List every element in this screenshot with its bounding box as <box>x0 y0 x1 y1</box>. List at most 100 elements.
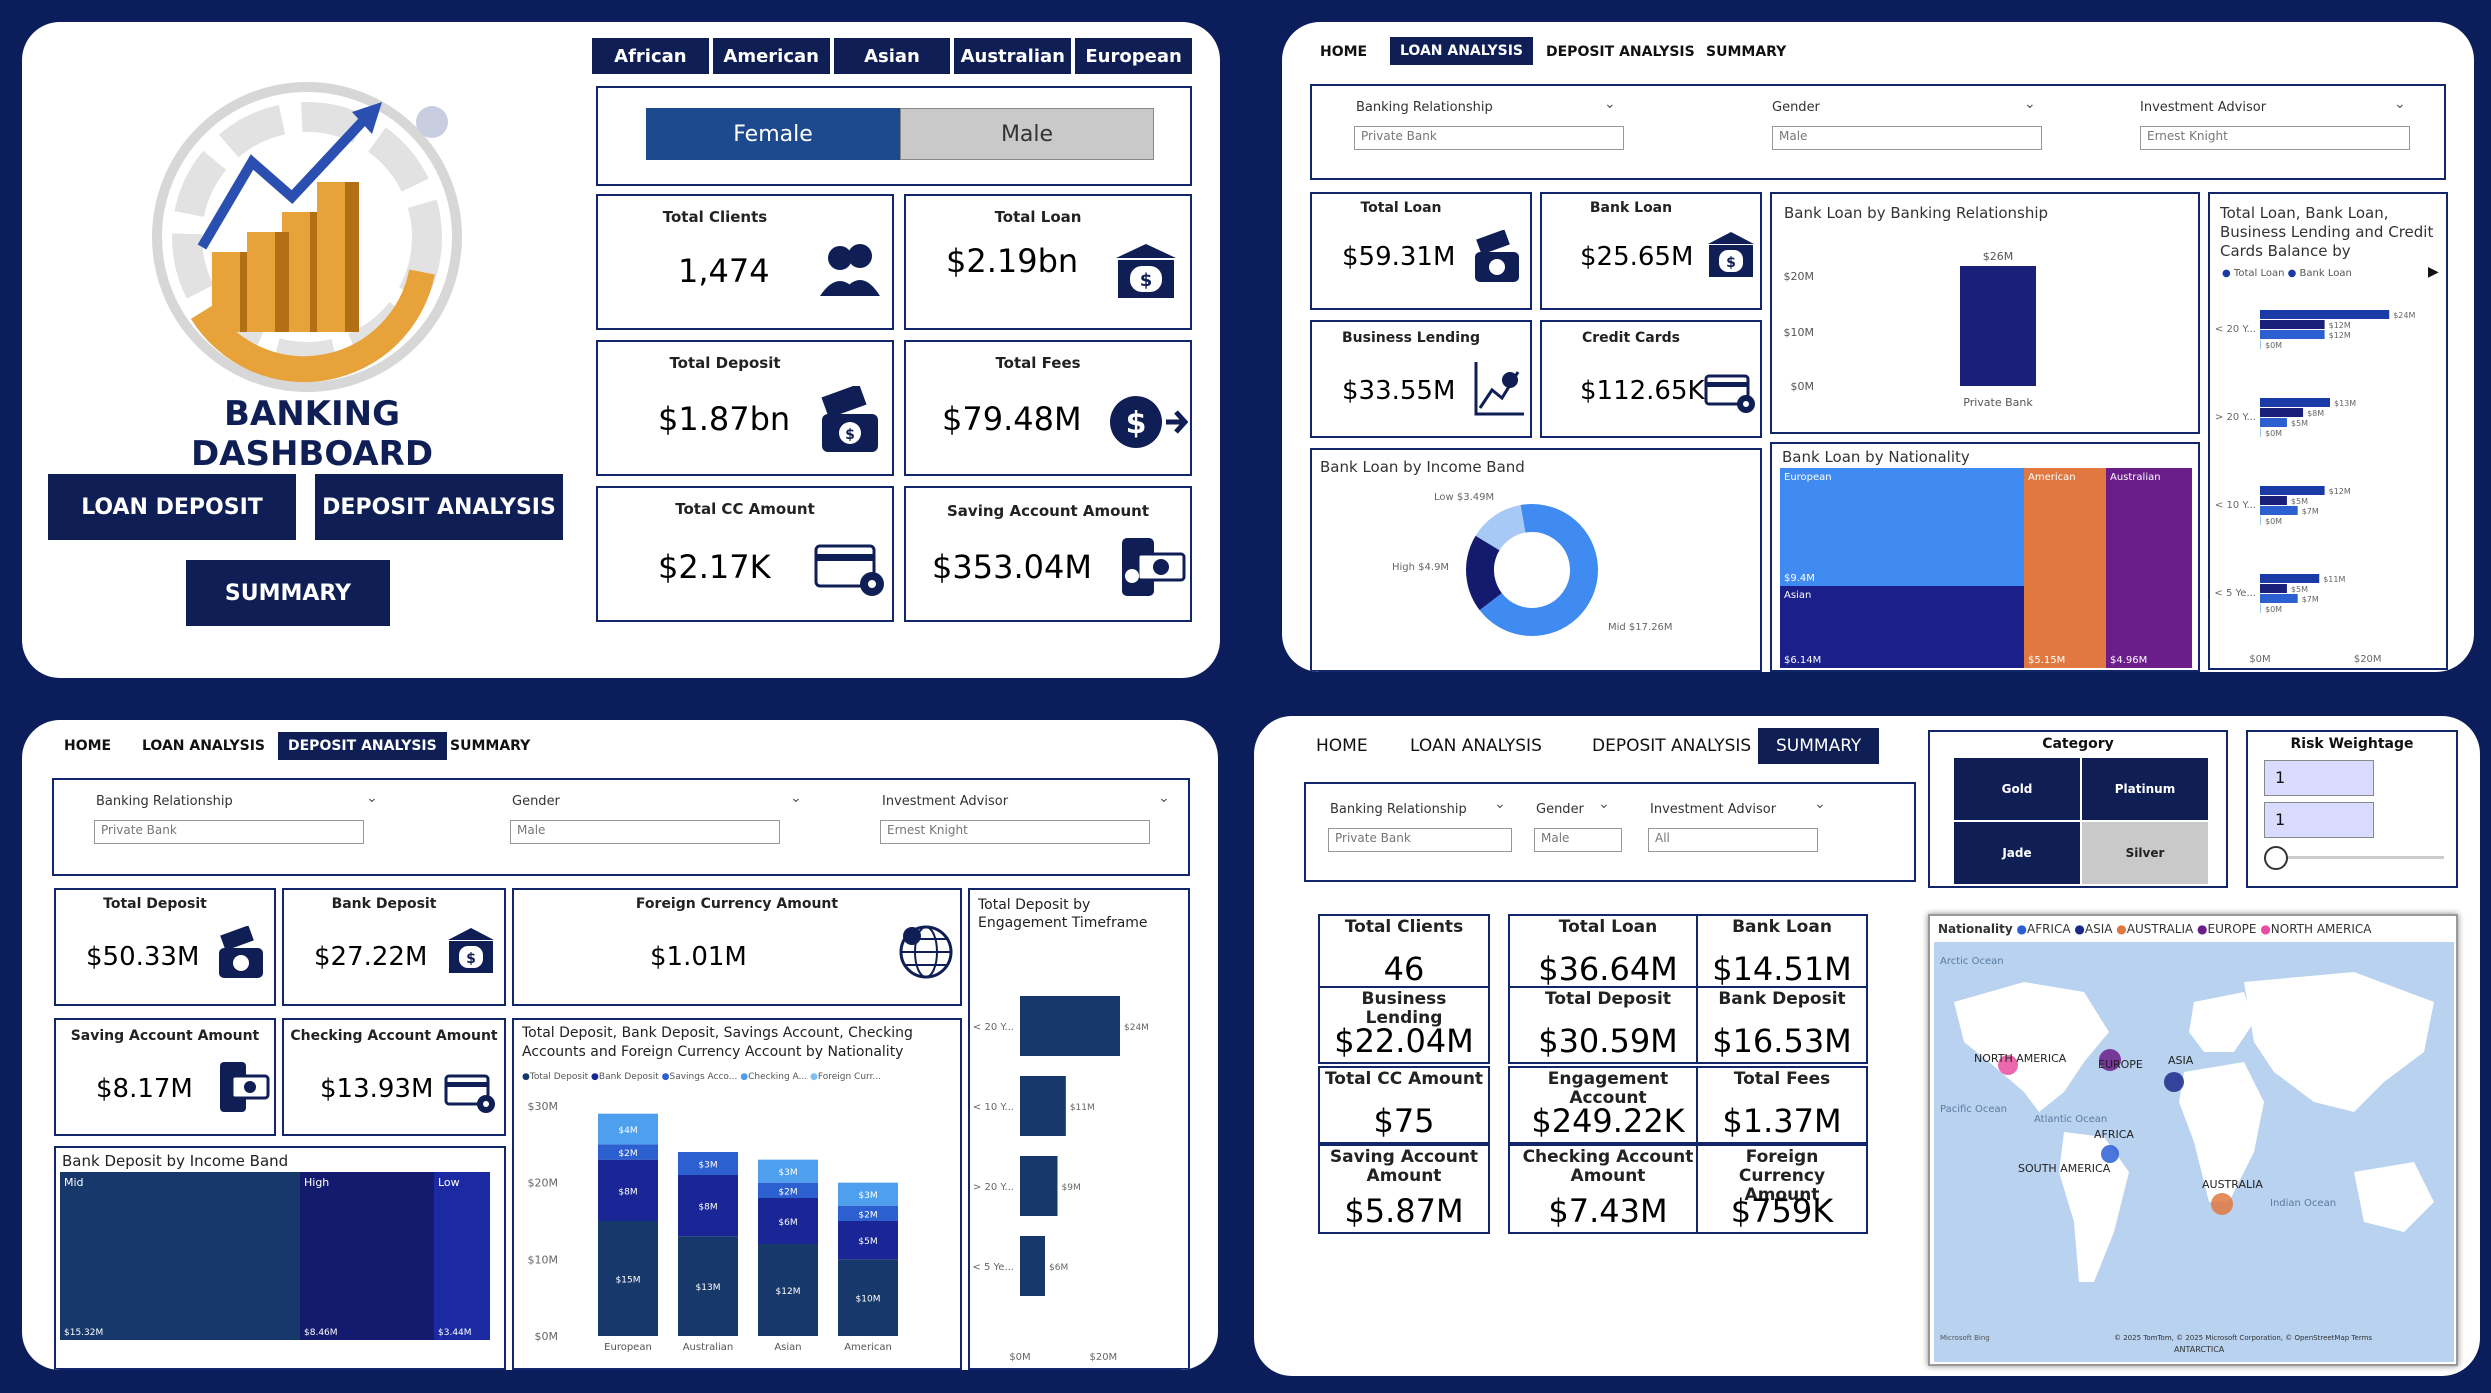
bar[interactable] <box>2260 594 2298 603</box>
category-jade[interactable]: Jade <box>1954 822 2080 884</box>
card-label: Business Lending <box>1342 330 1480 346</box>
gender-dropdown[interactable]: Male <box>1534 828 1622 852</box>
investment-advisor-dropdown[interactable]: Ernest Knight <box>880 820 1150 844</box>
bar[interactable] <box>2260 506 2298 515</box>
treemap-australian[interactable]: Australian $4.96M <box>2106 468 2192 668</box>
card-value: $249.22K <box>1531 1102 1685 1140</box>
card-value: $2.17K <box>658 548 771 586</box>
nav-home[interactable]: HOME <box>1316 736 1368 756</box>
card-label: Bank Deposit <box>1718 989 1846 1009</box>
bar[interactable] <box>2260 320 2325 329</box>
bar[interactable] <box>2260 496 2287 505</box>
banking-relationship-dropdown[interactable]: Private Bank <box>1328 828 1512 852</box>
nav-loan-analysis[interactable]: LOAN ANALYSIS <box>1410 736 1542 756</box>
region-tab-american[interactable]: American <box>712 38 830 74</box>
money-hand-icon <box>219 926 263 978</box>
svg-text:$: $ <box>466 951 476 967</box>
bar[interactable] <box>2260 486 2325 495</box>
nav-loan-analysis[interactable]: LOAN ANALYSIS <box>142 738 265 754</box>
category-platinum[interactable]: Platinum <box>2082 758 2208 820</box>
nav-summary[interactable]: SUMMARY <box>450 738 530 754</box>
bar[interactable] <box>2260 418 2287 427</box>
card-value: $30.59M <box>1538 1022 1678 1060</box>
risk-max-input[interactable]: 1 <box>2264 802 2374 838</box>
nav-summary[interactable]: SUMMARY <box>1758 728 1880 764</box>
card-total-deposit: Total Deposit $1.87bn $ <box>596 340 894 476</box>
gender-slicer: Female Male <box>596 86 1192 186</box>
marker-asia[interactable] <box>2164 1072 2184 1092</box>
map-bing-credit: Microsoft Bing <box>1940 1334 1990 1342</box>
bar[interactable] <box>1020 1236 1045 1296</box>
region-tab-asian[interactable]: Asian <box>833 38 951 74</box>
bar[interactable] <box>2260 310 2390 319</box>
loan-deposit-button[interactable]: LOAN DEPOSIT <box>48 474 296 540</box>
nav-loan-analysis[interactable]: LOAN ANALYSIS <box>1390 37 1534 65</box>
bar[interactable] <box>2260 604 2261 613</box>
y-tick: < 5 Ye... <box>2214 588 2256 599</box>
deposit-analysis-button[interactable]: DEPOSIT ANALYSIS <box>315 474 563 540</box>
bar-value-label: $11M <box>2323 575 2345 584</box>
treemap-mid[interactable]: Mid $15.32M <box>60 1172 300 1340</box>
chart-title: Bank Loan by Income Band <box>1320 458 1525 476</box>
nav-deposit-analysis[interactable]: DEPOSIT ANALYSIS <box>1546 44 1695 60</box>
card-label: Total Clients <box>662 208 768 226</box>
treemap-american[interactable]: American $5.15M <box>2024 468 2106 668</box>
bar[interactable] <box>2260 408 2304 417</box>
category-silver[interactable]: Silver <box>2082 822 2208 884</box>
nav-deposit-analysis[interactable]: DEPOSIT ANALYSIS <box>1592 736 1751 756</box>
legend-item: AUSTRALIA <box>2126 922 2194 936</box>
summary-card: Checking Account Amount $7.43M <box>1508 1144 1708 1234</box>
bar[interactable] <box>1020 1076 1066 1136</box>
bar[interactable] <box>2260 574 2320 583</box>
bar[interactable] <box>2260 428 2261 437</box>
investment-advisor-dropdown[interactable]: Ernest Knight <box>2140 126 2410 150</box>
nav-home[interactable]: HOME <box>64 738 111 754</box>
bar[interactable] <box>2260 584 2287 593</box>
region-tab-australian[interactable]: Australian <box>954 38 1072 74</box>
world-map[interactable]: NORTH AMERICA EUROPE ASIA AFRICA SOUTH A… <box>1934 942 2454 1362</box>
nav-home[interactable]: HOME <box>1320 44 1367 60</box>
risk-min-input[interactable]: 1 <box>2264 760 2374 796</box>
bar[interactable] <box>1020 996 1120 1056</box>
bar-value-label: $26M <box>1983 250 2014 263</box>
bar[interactable] <box>2260 398 2330 407</box>
bar-private-bank[interactable] <box>1960 266 2036 386</box>
investment-advisor-dropdown[interactable]: All <box>1648 828 1818 852</box>
bar-value-label: $12M <box>2329 321 2351 330</box>
treemap-high[interactable]: High $8.46M <box>300 1172 434 1340</box>
bar-value-label: $24M <box>2393 311 2415 320</box>
gender-dropdown[interactable]: Male <box>1772 126 2042 150</box>
card-label: Total Deposit <box>1545 989 1671 1009</box>
treemap-european[interactable]: European $9.4M <box>1780 468 2024 586</box>
treemap-asian[interactable]: Asian $6.14M <box>1780 586 2024 668</box>
bar[interactable] <box>2260 340 2261 349</box>
gender-male-button[interactable]: Male <box>900 108 1154 160</box>
bar-value-label: $6M <box>1049 1263 1068 1273</box>
summary-button[interactable]: SUMMARY <box>186 560 390 626</box>
nav-deposit-analysis[interactable]: DEPOSIT ANALYSIS <box>278 732 447 760</box>
legend-next-icon[interactable]: ▶ <box>2428 264 2439 280</box>
nav-summary[interactable]: SUMMARY <box>1706 44 1786 60</box>
banking-relationship-dropdown[interactable]: Private Bank <box>1354 126 1624 150</box>
treemap-low[interactable]: Low $3.44M <box>434 1172 490 1340</box>
map-label: Indian Ocean <box>2270 1198 2336 1209</box>
card-value: $50.33M <box>86 942 200 972</box>
bar[interactable] <box>1020 1156 1058 1216</box>
slicer-label: Gender <box>1536 802 1584 817</box>
region-tab-african[interactable]: African <box>592 38 709 74</box>
card-value: $36.64M <box>1538 950 1678 988</box>
marker-australia[interactable] <box>2211 1193 2233 1215</box>
bar[interactable] <box>2260 516 2261 525</box>
chevron-down-icon: ⌄ <box>2394 96 2406 112</box>
money-hand-icon: $ <box>821 386 878 452</box>
gender-female-button[interactable]: Female <box>646 108 900 160</box>
card-value: $5.87M <box>1344 1192 1464 1230</box>
slicer-title: Category <box>2042 736 2114 752</box>
region-tab-european[interactable]: European <box>1075 38 1192 74</box>
gender-dropdown[interactable]: Male <box>510 820 780 844</box>
marker-africa[interactable] <box>2101 1145 2119 1163</box>
banking-relationship-dropdown[interactable]: Private Bank <box>94 820 364 844</box>
risk-slider-handle[interactable] <box>2264 846 2288 870</box>
bar[interactable] <box>2260 330 2325 339</box>
category-gold[interactable]: Gold <box>1954 758 2080 820</box>
